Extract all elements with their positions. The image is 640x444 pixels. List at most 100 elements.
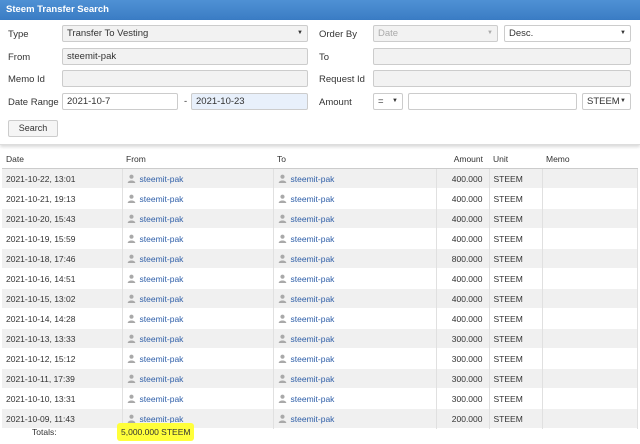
cell-unit: STEEM bbox=[489, 168, 543, 189]
cell-from[interactable]: steemit-pak bbox=[122, 268, 274, 289]
cell-amount: 400.000 bbox=[436, 228, 490, 249]
from-account-link[interactable]: steemit-pak bbox=[140, 334, 184, 344]
cell-from[interactable]: steemit-pak bbox=[122, 188, 274, 209]
cell-to[interactable]: steemit-pak bbox=[273, 308, 437, 329]
cell-amount: 400.000 bbox=[436, 308, 490, 329]
cell-from[interactable]: steemit-pak bbox=[122, 288, 274, 309]
cell-to[interactable]: steemit-pak bbox=[273, 328, 437, 349]
from-account-link[interactable]: steemit-pak bbox=[140, 294, 184, 304]
request-id-input[interactable] bbox=[373, 70, 631, 87]
totals-bar: Totals: 5,000.000 STEEM bbox=[0, 421, 640, 444]
cell-to[interactable]: steemit-pak bbox=[273, 208, 437, 229]
to-account-link[interactable]: steemit-pak bbox=[291, 174, 335, 184]
cell-unit: STEEM bbox=[489, 268, 543, 289]
cell-memo bbox=[542, 388, 638, 409]
cell-from[interactable]: steemit-pak bbox=[122, 248, 274, 269]
header-date[interactable]: Date bbox=[2, 150, 122, 169]
user-icon bbox=[278, 174, 287, 183]
date-from-input[interactable]: 2021-10-7 bbox=[62, 93, 178, 110]
from-account-link[interactable]: steemit-pak bbox=[140, 314, 184, 324]
to-account-link[interactable]: steemit-pak bbox=[291, 194, 335, 204]
from-account-link[interactable]: steemit-pak bbox=[140, 354, 184, 364]
table-row: 2021-10-19, 15:59 steemit-pak steemit-pak 4… bbox=[2, 228, 638, 249]
search-button[interactable]: Search bbox=[8, 120, 58, 137]
cell-date: 2021-10-10, 13:31 bbox=[2, 388, 123, 409]
user-icon bbox=[127, 294, 136, 303]
to-account-link[interactable]: steemit-pak bbox=[291, 294, 335, 304]
totals-label: Totals: bbox=[32, 427, 57, 437]
from-account-link[interactable]: steemit-pak bbox=[140, 214, 184, 224]
to-account-link[interactable]: steemit-pak bbox=[291, 234, 335, 244]
from-account-link[interactable]: steemit-pak bbox=[140, 174, 184, 184]
memo-id-input[interactable] bbox=[62, 70, 308, 87]
cell-memo bbox=[542, 248, 638, 269]
to-account-link[interactable]: steemit-pak bbox=[291, 254, 335, 264]
table-row: 2021-10-14, 14:28 steemit-pak steemit-pak 4… bbox=[2, 308, 638, 329]
cell-from[interactable]: steemit-pak bbox=[122, 228, 274, 249]
cell-to[interactable]: steemit-pak bbox=[273, 168, 437, 189]
date-to-input[interactable]: 2021-10-23 bbox=[191, 93, 308, 110]
cell-to[interactable]: steemit-pak bbox=[273, 368, 437, 389]
table-row: 2021-10-10, 13:31 steemit-pak steemit-pak 3… bbox=[2, 388, 638, 409]
to-account-link[interactable]: steemit-pak bbox=[291, 214, 335, 224]
cell-amount: 400.000 bbox=[436, 168, 490, 189]
table-row: 2021-10-12, 15:12 steemit-pak steemit-pak 3… bbox=[2, 348, 638, 369]
order-direction-select[interactable]: Desc. ▼ bbox=[504, 25, 631, 42]
to-input[interactable] bbox=[373, 48, 631, 65]
cell-to[interactable]: steemit-pak bbox=[273, 228, 437, 249]
amount-unit-select[interactable]: STEEM ▼ bbox=[582, 93, 631, 110]
cell-date: 2021-10-19, 15:59 bbox=[2, 228, 123, 249]
header-unit[interactable]: Unit bbox=[489, 150, 542, 169]
to-account-link[interactable]: steemit-pak bbox=[291, 334, 335, 344]
from-account-link[interactable]: steemit-pak bbox=[140, 394, 184, 404]
to-account-link[interactable]: steemit-pak bbox=[291, 274, 335, 284]
to-account-link[interactable]: steemit-pak bbox=[291, 374, 335, 384]
cell-from[interactable]: steemit-pak bbox=[122, 208, 274, 229]
from-account-link[interactable]: steemit-pak bbox=[140, 274, 184, 284]
from-account-link[interactable]: steemit-pak bbox=[140, 194, 184, 204]
cell-date: 2021-10-22, 13:01 bbox=[2, 168, 123, 189]
to-account-link[interactable]: steemit-pak bbox=[291, 314, 335, 324]
to-account-link[interactable]: steemit-pak bbox=[291, 354, 335, 364]
from-input[interactable]: steemit-pak bbox=[62, 48, 308, 65]
cell-amount: 400.000 bbox=[436, 288, 490, 309]
type-select[interactable]: Transfer To Vesting ▼ bbox=[62, 25, 308, 42]
to-account-link[interactable]: steemit-pak bbox=[291, 394, 335, 404]
caret-down-icon: ▼ bbox=[620, 98, 626, 104]
cell-amount: 300.000 bbox=[436, 368, 490, 389]
cell-amount: 300.000 bbox=[436, 348, 490, 369]
cell-unit: STEEM bbox=[489, 308, 543, 329]
cell-to[interactable]: steemit-pak bbox=[273, 388, 437, 409]
cell-unit: STEEM bbox=[489, 188, 543, 209]
cell-from[interactable]: steemit-pak bbox=[122, 348, 274, 369]
amount-operator-select[interactable]: = ▼ bbox=[373, 93, 403, 110]
cell-from[interactable]: steemit-pak bbox=[122, 368, 274, 389]
from-account-link[interactable]: steemit-pak bbox=[140, 234, 184, 244]
caret-down-icon: ▼ bbox=[620, 30, 626, 36]
cell-from[interactable]: steemit-pak bbox=[122, 168, 274, 189]
cell-from[interactable]: steemit-pak bbox=[122, 388, 274, 409]
cell-to[interactable]: steemit-pak bbox=[273, 248, 437, 269]
caret-down-icon: ▼ bbox=[392, 98, 398, 104]
user-icon bbox=[278, 214, 287, 223]
cell-from[interactable]: steemit-pak bbox=[122, 308, 274, 329]
header-amount[interactable]: Amount bbox=[436, 150, 489, 169]
cell-to[interactable]: steemit-pak bbox=[273, 348, 437, 369]
from-account-link[interactable]: steemit-pak bbox=[140, 374, 184, 384]
cell-unit: STEEM bbox=[489, 208, 543, 229]
user-icon bbox=[127, 174, 136, 183]
user-icon bbox=[278, 334, 287, 343]
from-account-link[interactable]: steemit-pak bbox=[140, 254, 184, 264]
table-row: 2021-10-13, 13:33 steemit-pak steemit-pak 3… bbox=[2, 328, 638, 349]
header-memo[interactable]: Memo bbox=[542, 150, 638, 169]
from-label: From bbox=[8, 52, 31, 63]
cell-to[interactable]: steemit-pak bbox=[273, 188, 437, 209]
header-from[interactable]: From bbox=[122, 150, 273, 169]
cell-to[interactable]: steemit-pak bbox=[273, 268, 437, 289]
table-row: 2021-10-18, 17:46 steemit-pak steemit-pak 8… bbox=[2, 248, 638, 269]
orderby-select[interactable]: Date ▼ bbox=[373, 25, 498, 42]
cell-to[interactable]: steemit-pak bbox=[273, 288, 437, 309]
amount-input[interactable] bbox=[408, 93, 577, 110]
cell-from[interactable]: steemit-pak bbox=[122, 328, 274, 349]
header-to[interactable]: To bbox=[273, 150, 436, 169]
